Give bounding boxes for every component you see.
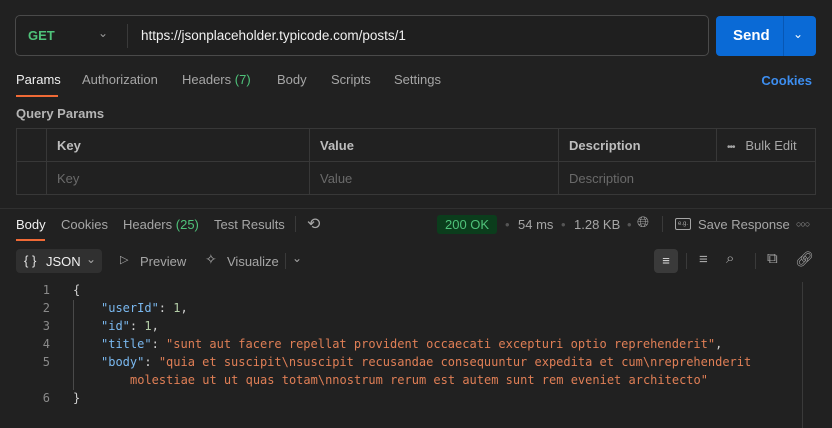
line-number — [30, 371, 50, 389]
copy-icon[interactable]: ⧉ — [767, 250, 778, 267]
url-bar: GET ⌄ https://jsonplaceholder.typicode.c… — [15, 15, 709, 56]
checkbox-cell — [16, 128, 47, 162]
json-key: "title" — [101, 337, 152, 351]
cookies-link[interactable]: Cookies — [761, 73, 812, 88]
json-key: "id" — [101, 319, 130, 333]
history-icon[interactable]: ⟲ — [307, 214, 320, 234]
code-line: 3 "id": 1, — [30, 317, 790, 335]
header-key: Key — [46, 128, 310, 162]
example-icon[interactable]: e.g. — [675, 218, 691, 230]
divider — [783, 16, 784, 56]
divider — [295, 216, 296, 232]
tab-headers[interactable]: Headers (7) — [182, 72, 251, 87]
divider — [686, 253, 687, 269]
json-value: "sunt aut facere repellat provident occa… — [166, 337, 716, 351]
key-input[interactable]: Key — [46, 161, 310, 195]
header-description: Description — [558, 128, 717, 162]
filter-icon[interactable]: ≡ — [699, 251, 708, 268]
tab-settings[interactable]: Settings — [394, 72, 441, 87]
headers-count: (25) — [175, 217, 199, 232]
json-value: 1 — [144, 319, 152, 333]
response-body-editor[interactable]: 1{ 2 "userId": 1, 3 "id": 1, 4 "title": "su… — [30, 281, 790, 407]
tab-scripts[interactable]: Scripts — [331, 72, 371, 87]
line-number: 1 — [42, 283, 50, 297]
chevron-down-icon[interactable]: ⌄ — [292, 251, 302, 265]
json-value: "quia et suscipit\nsuscipit recusandae c… — [158, 355, 752, 369]
code-line: 5 "body": "quia et suscipit\nsuscipit rec… — [30, 353, 790, 371]
preview-button[interactable]: Preview — [140, 254, 186, 269]
wrap-lines-icon[interactable]: ≡ — [654, 249, 678, 273]
query-params-title: Query Params — [16, 106, 105, 121]
json-key: "userId" — [101, 301, 159, 315]
response-tab-test-results[interactable]: Test Results — [214, 217, 285, 232]
save-response-button[interactable]: Save Response — [698, 217, 790, 232]
chevron-down-icon[interactable]: ⌄ — [793, 27, 803, 41]
format-select[interactable]: { } JSON ⌄ — [16, 249, 102, 273]
tab-label: Headers — [182, 72, 232, 87]
code-line: 4 "title": "sunt aut facere repellat prov… — [30, 335, 790, 353]
visualize-icon: ✧ — [205, 251, 217, 267]
globe-lock-icon[interactable]: 🌐︎ — [637, 214, 649, 231]
value-input[interactable]: Value — [309, 161, 559, 195]
header-value: Value — [309, 128, 559, 162]
link-icon[interactable]: 🔗︎ — [795, 250, 814, 268]
braces-icon: { } — [24, 253, 37, 268]
chevron-down-icon[interactable]: ⌄ — [98, 26, 108, 40]
bulk-edit-button[interactable]: ••• Bulk Edit — [716, 128, 816, 162]
chevron-down-icon: ⌄ — [86, 252, 97, 266]
code-line: molestiae ut ut quas totam\nnostrum reru… — [30, 371, 790, 389]
line-number: 2 — [42, 301, 50, 315]
format-label: JSON — [46, 254, 81, 269]
checkbox-cell — [16, 161, 47, 195]
tab-label: Headers — [123, 217, 173, 232]
headers-count: (7) — [234, 72, 251, 87]
response-tab-body[interactable]: Body — [16, 217, 46, 232]
tab-params[interactable]: Params — [16, 72, 61, 87]
line-number: 4 — [42, 337, 50, 351]
status-badge: 200 OK — [437, 215, 498, 234]
divider — [0, 208, 832, 209]
code-line: 2 "userId": 1, — [30, 299, 790, 317]
query-params-table: Key Value Description ••• Bulk Edit Key … — [16, 128, 816, 195]
response-time: 54 ms — [518, 217, 554, 232]
divider — [662, 216, 663, 232]
more-icon[interactable]: ○○○ — [796, 219, 810, 229]
divider — [127, 24, 128, 48]
send-label: Send — [733, 27, 770, 44]
line-number: 3 — [42, 319, 50, 333]
search-icon[interactable]: ⌕ — [726, 250, 734, 267]
bulk-edit-label: Bulk Edit — [745, 137, 797, 153]
response-size: 1.28 KB — [574, 217, 621, 232]
tab-body[interactable]: Body — [277, 72, 307, 87]
line-number: 6 — [42, 391, 50, 405]
json-value: molestiae ut ut quas totam\nnostrum reru… — [130, 373, 708, 387]
json-key: "body" — [101, 355, 145, 369]
url-input[interactable]: https://jsonplaceholder.typicode.com/pos… — [141, 28, 406, 43]
scrollbar[interactable] — [802, 282, 803, 428]
send-button[interactable]: Send ⌄ — [716, 16, 816, 56]
active-tab-underline — [16, 95, 58, 97]
indent-guide — [73, 300, 74, 390]
line-number: 5 — [42, 355, 50, 369]
description-input[interactable]: Description — [558, 161, 816, 195]
play-icon: ▷ — [120, 254, 129, 266]
response-tab-headers[interactable]: Headers (25) — [123, 217, 199, 232]
response-tab-cookies[interactable]: Cookies — [61, 217, 108, 232]
code-line: 1{ — [30, 281, 790, 299]
active-tab-underline — [16, 239, 45, 241]
more-icon[interactable]: ••• — [727, 142, 735, 153]
code-text: } — [73, 391, 81, 405]
divider — [285, 253, 286, 269]
code-line: 6} — [30, 389, 790, 407]
visualize-button[interactable]: Visualize — [227, 254, 279, 269]
method-select[interactable]: GET — [28, 28, 55, 43]
tab-authorization[interactable]: Authorization — [82, 72, 158, 87]
code-text: { — [73, 283, 81, 297]
divider — [755, 253, 756, 269]
